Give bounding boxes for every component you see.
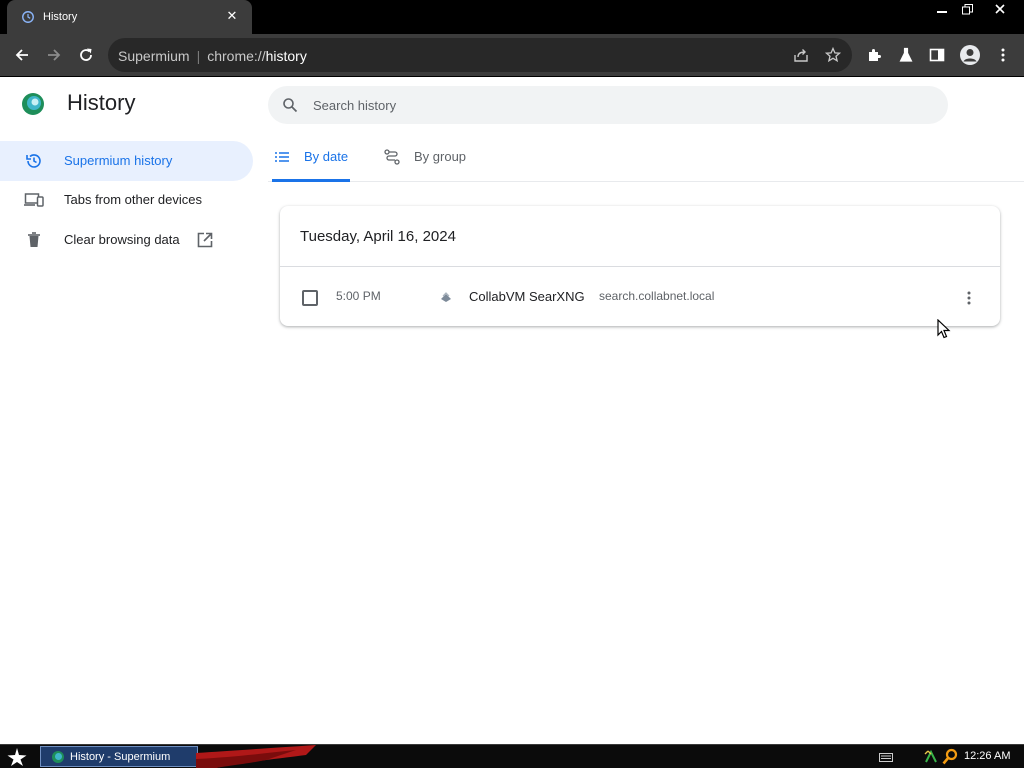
sidebar-item-label: Clear browsing data — [64, 232, 180, 247]
sidebar-item-clear-data[interactable]: Clear browsing data — [0, 220, 253, 260]
sidebar-item-label: Supermium history — [64, 153, 173, 168]
puzzle-icon — [869, 49, 881, 61]
page-title: History — [67, 90, 136, 115]
taskbar-clock: 12:26 AM — [964, 750, 1011, 762]
bookmark-button[interactable] — [818, 40, 848, 70]
history-page: History Supermium history Tabs from othe… — [0, 77, 1024, 744]
mouse-cursor-icon — [937, 319, 951, 339]
start-star-icon[interactable] — [6, 747, 28, 767]
restore-icon[interactable] — [952, 0, 982, 18]
star-icon — [825, 47, 841, 63]
search-input[interactable] — [313, 94, 913, 116]
entry-menu-button[interactable] — [958, 287, 980, 309]
devices-icon — [24, 193, 44, 207]
network-icon[interactable] — [924, 749, 938, 764]
tab-label: By group — [414, 149, 467, 164]
taskbar-decoration — [196, 745, 316, 768]
tab-title: History — [43, 11, 78, 23]
keyboard-icon[interactable] — [879, 753, 893, 762]
journeys-icon — [384, 149, 400, 165]
taskbar-item-history[interactable]: History - Supermium — [40, 746, 198, 767]
tab-by-group[interactable]: By group — [382, 139, 482, 182]
sidebar-item-other-devices[interactable]: Tabs from other devices — [0, 180, 253, 220]
history-icon — [26, 154, 41, 168]
menu-button[interactable] — [988, 40, 1018, 70]
open-in-new-icon — [197, 232, 213, 248]
profile-button[interactable] — [955, 40, 985, 70]
entry-checkbox[interactable] — [302, 290, 318, 306]
browser-tab-history[interactable]: History ✕ — [7, 0, 252, 34]
reload-button[interactable] — [71, 40, 101, 70]
taskbar-item-label: History - Supermium — [70, 751, 171, 763]
history-entry[interactable]: 5:00 PM CollabVM SearXNG search.collabne… — [280, 267, 1000, 326]
labs-button[interactable] — [891, 40, 921, 70]
trash-icon — [28, 232, 40, 247]
extensions-button[interactable] — [859, 40, 889, 70]
more-vert-icon — [1001, 48, 1005, 62]
supermium-logo-icon — [52, 751, 64, 763]
close-icon[interactable]: ✕ — [224, 8, 240, 24]
url-prefix: chrome:// — [207, 48, 266, 64]
list-icon — [275, 152, 289, 162]
arrow-right-icon — [48, 49, 61, 61]
flask-icon — [899, 47, 913, 62]
supermium-logo-icon — [22, 93, 44, 115]
arrow-left-icon — [15, 49, 28, 61]
entry-domain: search.collabnet.local — [599, 289, 715, 303]
taskbar: History - Supermium 12:26 AM — [0, 744, 1024, 768]
share-icon — [794, 49, 808, 62]
history-icon — [22, 11, 34, 23]
share-button[interactable] — [786, 40, 816, 70]
side-panel-icon — [929, 48, 945, 62]
search-icon — [283, 98, 298, 113]
reload-icon — [80, 48, 92, 61]
more-vert-icon — [967, 291, 971, 305]
side-panel-button[interactable] — [922, 40, 952, 70]
tab-label: By date — [304, 149, 349, 164]
history-card: Tuesday, April 16, 2024 5:00 PM CollabVM… — [280, 206, 1000, 326]
avatar-icon — [960, 45, 980, 65]
sidebar-item-label: Tabs from other devices — [64, 192, 203, 207]
window-close-icon[interactable] — [985, 0, 1015, 18]
history-date-heading: Tuesday, April 16, 2024 — [300, 228, 456, 245]
address-bar[interactable]: Supermium | chrome://history — [108, 38, 852, 72]
browser-toolbar: Supermium | chrome://history — [0, 34, 1024, 76]
forward-button[interactable] — [39, 40, 69, 70]
entry-title-link[interactable]: CollabVM SearXNG — [469, 289, 585, 304]
tab-strip: History ✕ — [0, 0, 1024, 34]
site-name: Supermium — [118, 48, 190, 64]
entry-time: 5:00 PM — [336, 289, 381, 303]
sidebar-item-history[interactable]: Supermium history — [0, 141, 253, 181]
back-button[interactable] — [7, 40, 37, 70]
url-path: history — [265, 48, 307, 64]
address-separator: | — [196, 48, 201, 64]
view-tabs: By date By group — [268, 139, 1024, 182]
favicon-icon — [441, 292, 451, 302]
search-icon[interactable] — [942, 748, 958, 765]
address-bar-text: Supermium | chrome://history — [118, 48, 307, 64]
search-box[interactable] — [268, 86, 948, 124]
tab-by-date[interactable]: By date — [272, 139, 350, 182]
